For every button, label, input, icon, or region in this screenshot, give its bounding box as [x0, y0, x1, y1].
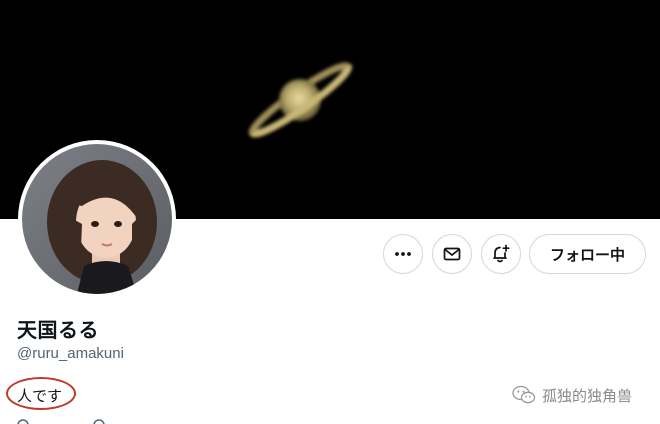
- profile-actions: フォロー中: [0, 234, 660, 274]
- display-name: 天国るる: [17, 320, 99, 342]
- following-label: フォロー中: [549, 246, 625, 264]
- more-button[interactable]: [383, 234, 423, 274]
- watermark: 孤独的独角兽: [512, 384, 632, 406]
- location-icon-peek: [17, 419, 105, 424]
- annotation-circle: [6, 377, 76, 410]
- bell-plus-icon: [493, 244, 510, 263]
- envelope-icon: [443, 247, 461, 261]
- wechat-icon: [512, 385, 536, 404]
- following-button[interactable]: フォロー中: [529, 234, 646, 274]
- profile-avatar[interactable]: [18, 140, 176, 298]
- notify-button[interactable]: [481, 234, 521, 274]
- user-handle: @ruru_amakuni: [17, 345, 124, 362]
- more-icon: [395, 252, 411, 256]
- message-button[interactable]: [432, 234, 472, 274]
- watermark-text: 孤独的独角兽: [542, 387, 633, 405]
